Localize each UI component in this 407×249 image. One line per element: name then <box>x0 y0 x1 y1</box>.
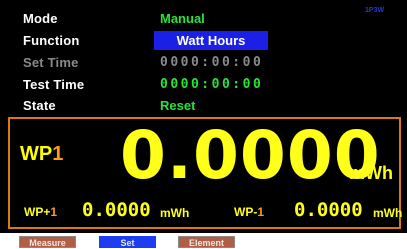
main-reading: 0.0000 <box>120 117 381 194</box>
wp-minus-unit: mWh <box>373 206 403 220</box>
set-softkey[interactable]: Set <box>99 236 156 248</box>
measure-softkey[interactable]: Measure <box>19 236 76 248</box>
main-reading-unit: mWh <box>349 163 393 183</box>
instrument-screen: 1P3W Mode Manual Function Watt Hours Set… <box>0 0 407 233</box>
wp-plus-reading: 0.0000 <box>82 199 151 221</box>
wp-plus-prefix: WP+ <box>24 205 51 219</box>
wp-minus-label: WP-1 <box>234 205 264 219</box>
wp-plus-unit: mWh <box>160 206 190 220</box>
element-softkey[interactable]: Element <box>178 236 235 248</box>
wp-plus-label: WP+1 <box>24 205 57 219</box>
test-time-value: 0000:00:00 <box>160 77 264 92</box>
wp-minus-reading: 0.0000 <box>294 199 363 221</box>
set-time-value[interactable]: 0000:00:00 <box>160 55 263 70</box>
mode-value[interactable]: Manual <box>160 11 205 26</box>
wp-minus-prefix: WP- <box>234 205 258 219</box>
state-value[interactable]: Reset <box>160 98 195 113</box>
function-value[interactable]: Watt Hours <box>154 31 268 50</box>
test-time-label: Test Time <box>23 77 85 92</box>
wiring-indicator: 1P3W <box>365 7 385 14</box>
function-label: Function <box>23 33 80 48</box>
main-parameter-label: WP1 <box>20 143 63 166</box>
mode-label: Mode <box>23 11 58 26</box>
wp-minus-index: 1 <box>257 205 265 219</box>
state-label: State <box>23 98 56 113</box>
main-parameter-prefix: WP <box>20 143 53 165</box>
set-time-label: Set Time <box>23 55 79 70</box>
wp-plus-index: 1 <box>50 205 58 219</box>
main-parameter-index: 1 <box>52 143 64 165</box>
